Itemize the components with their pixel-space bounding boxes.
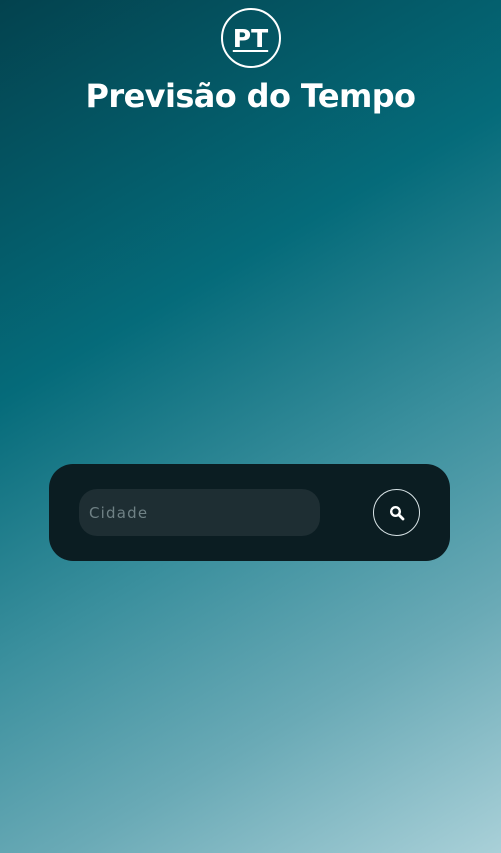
- search-icon: [389, 505, 404, 520]
- logo-text: PT: [232, 23, 269, 53]
- page-title: Previsão do Tempo: [85, 77, 416, 115]
- logo-badge: PT: [220, 8, 281, 68]
- city-search-input[interactable]: [79, 489, 320, 536]
- app-header: PT Previsão do Tempo: [0, 8, 501, 116]
- search-button[interactable]: [373, 489, 420, 536]
- search-card: [49, 464, 450, 561]
